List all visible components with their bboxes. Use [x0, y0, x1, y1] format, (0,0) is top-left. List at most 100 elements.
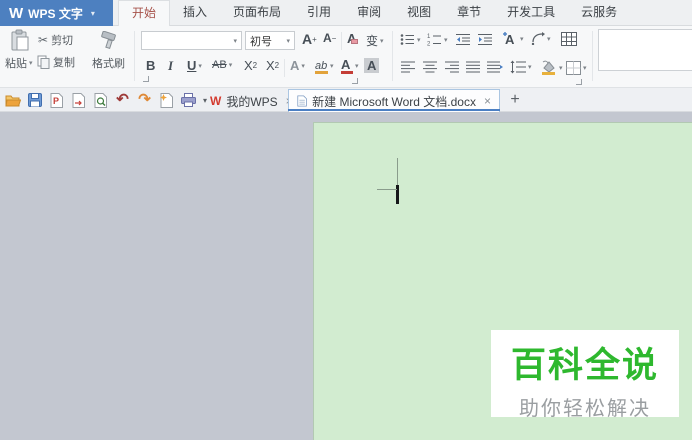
strikethrough-dropdown-icon[interactable]: ▾: [229, 61, 233, 69]
tab-cloud[interactable]: 云服务: [568, 0, 630, 26]
clipboard-dialog-launcher[interactable]: [143, 76, 149, 82]
style-gallery[interactable]: [598, 29, 692, 71]
increase-indent-button[interactable]: [478, 33, 493, 46]
redo-icon: ↷: [138, 91, 151, 108]
tab-insert[interactable]: 插入: [170, 0, 220, 26]
superscript-icon: X: [244, 58, 253, 73]
new-document-icon: [160, 92, 173, 108]
shading-dropdown-icon[interactable]: ▾: [559, 64, 563, 72]
align-right-button[interactable]: [445, 61, 459, 73]
paragraph-dialog-launcher[interactable]: [576, 79, 582, 85]
export-pdf-button[interactable]: P: [48, 92, 65, 108]
cut-button[interactable]: ✂ 剪切: [38, 32, 73, 48]
watermark-title: 百科全说: [510, 346, 659, 385]
group-separator: [592, 31, 593, 81]
tab-review[interactable]: 审阅: [344, 0, 394, 26]
distribute-button[interactable]: [487, 61, 503, 73]
print-preview-icon: [94, 92, 107, 108]
tab-section[interactable]: 章节: [444, 0, 494, 26]
save-button[interactable]: [26, 92, 43, 108]
superscript-button[interactable]: X2: [244, 58, 257, 73]
small-separator: [341, 32, 342, 50]
line-spacing-dropdown-icon[interactable]: ▾: [528, 63, 532, 71]
new-tab-button[interactable]: +: [506, 91, 524, 109]
undo-icon: ↶: [116, 91, 129, 108]
font-name-dropdown-icon[interactable]: ▾: [233, 37, 237, 45]
underline-button[interactable]: U ▾: [187, 58, 202, 73]
shrink-font-button[interactable]: A −: [323, 31, 336, 45]
format-painter-button[interactable]: [99, 31, 119, 51]
print-preview-button[interactable]: [92, 92, 109, 108]
font-color-button[interactable]: A ▾: [341, 57, 359, 74]
table-grid-button[interactable]: [561, 32, 577, 46]
line-spacing-button[interactable]: ▾: [510, 60, 532, 74]
ribbon: 粘贴 ▾ ✂ 剪切 复制 格式刷 ▾ 初号 ▾ A + A − 变 ▾ B I …: [0, 26, 692, 88]
bullets-button[interactable]: ▾: [400, 33, 421, 46]
borders-button[interactable]: ▾: [566, 61, 587, 75]
wps-logo-button[interactable]: W WPS 文字 ▾: [0, 0, 113, 26]
redo-button[interactable]: ↷: [136, 92, 153, 108]
subscript-icon: X: [266, 58, 275, 73]
highlight-color-button[interactable]: ab ▾: [315, 58, 334, 74]
bold-button[interactable]: B: [146, 58, 155, 73]
font-dialog-launcher[interactable]: [352, 78, 358, 84]
tab-developer[interactable]: 开发工具: [494, 0, 568, 26]
clear-format-button[interactable]: A: [347, 31, 359, 46]
save-icon: [27, 93, 42, 107]
font-size-select[interactable]: 初号 ▾: [245, 31, 295, 50]
font-color-dropdown-icon[interactable]: ▾: [355, 62, 359, 70]
italic-button[interactable]: I: [168, 58, 173, 74]
tab-view[interactable]: 视图: [394, 0, 444, 26]
paragraph-layout-dropdown-icon[interactable]: ▾: [547, 35, 551, 43]
export-button[interactable]: [70, 92, 87, 108]
strikethrough-button[interactable]: AB ▾: [212, 59, 232, 71]
font-name-select[interactable]: ▾: [141, 31, 242, 50]
numbering-dropdown-icon[interactable]: ▾: [444, 36, 448, 44]
grow-font-button[interactable]: A +: [302, 31, 317, 47]
phonetic-guide-dropdown-icon[interactable]: ▾: [380, 37, 384, 45]
wps-logo-icon: W: [9, 4, 24, 22]
tab-home[interactable]: 开始: [118, 0, 171, 26]
open-folder-icon: [4, 95, 21, 106]
tab-references[interactable]: 引用: [294, 0, 344, 26]
grow-font-icon: A: [302, 31, 313, 47]
quick-access-toolbar: P ↶ ↷ ▾ W 我的WPS 新建 Microsoft Word 文档.doc…: [0, 88, 692, 112]
subscript-button[interactable]: X2: [266, 58, 279, 73]
bold-icon: B: [146, 58, 156, 73]
paragraph-layout-button[interactable]: ▾: [531, 32, 551, 45]
active-tab-underline: [288, 109, 500, 111]
justify-button[interactable]: [466, 61, 480, 73]
text-tools-button[interactable]: A ▾: [502, 31, 524, 46]
open-button[interactable]: [4, 92, 21, 108]
paste-label-button[interactable]: 粘贴 ▾: [5, 55, 33, 71]
format-painter-label-button[interactable]: 格式刷: [92, 55, 125, 71]
group-separator: [392, 31, 393, 81]
char-shading-button[interactable]: A: [364, 58, 380, 73]
font-size-dropdown-icon[interactable]: ▾: [286, 37, 290, 45]
align-left-button[interactable]: [401, 61, 415, 73]
highlight-dropdown-icon[interactable]: ▾: [330, 62, 334, 70]
tab-page-layout[interactable]: 页面布局: [220, 0, 294, 26]
doc-tab-my-wps[interactable]: W 我的WPS ×: [210, 90, 293, 112]
close-tab-icon[interactable]: ×: [484, 94, 491, 108]
text-effects-dropdown-icon[interactable]: ▾: [301, 62, 305, 70]
underline-dropdown-icon[interactable]: ▾: [198, 62, 202, 70]
phonetic-guide-button[interactable]: 变 ▾: [366, 32, 384, 49]
undo-button[interactable]: ↶: [114, 92, 131, 108]
print-button[interactable]: [180, 92, 197, 108]
numbering-button[interactable]: 12 ▾: [427, 33, 448, 46]
copy-button[interactable]: 复制: [37, 54, 75, 70]
distribute-icon: [487, 61, 503, 73]
text-tools-dropdown-icon[interactable]: ▾: [520, 35, 524, 43]
decrease-indent-button[interactable]: [456, 33, 471, 46]
borders-dropdown-icon[interactable]: ▾: [583, 64, 587, 72]
bullets-dropdown-icon[interactable]: ▾: [417, 36, 421, 44]
document-area[interactable]: 百科全说 助你轻松解决: [0, 112, 692, 440]
align-center-button[interactable]: [423, 61, 437, 73]
shading-color-button[interactable]: ▾: [540, 60, 563, 75]
paste-button[interactable]: [9, 29, 31, 52]
text-effects-button[interactable]: A ▾: [290, 58, 305, 73]
svg-text:P: P: [53, 96, 59, 106]
paste-dropdown-icon[interactable]: ▾: [29, 59, 33, 67]
new-document-button[interactable]: [158, 92, 175, 108]
